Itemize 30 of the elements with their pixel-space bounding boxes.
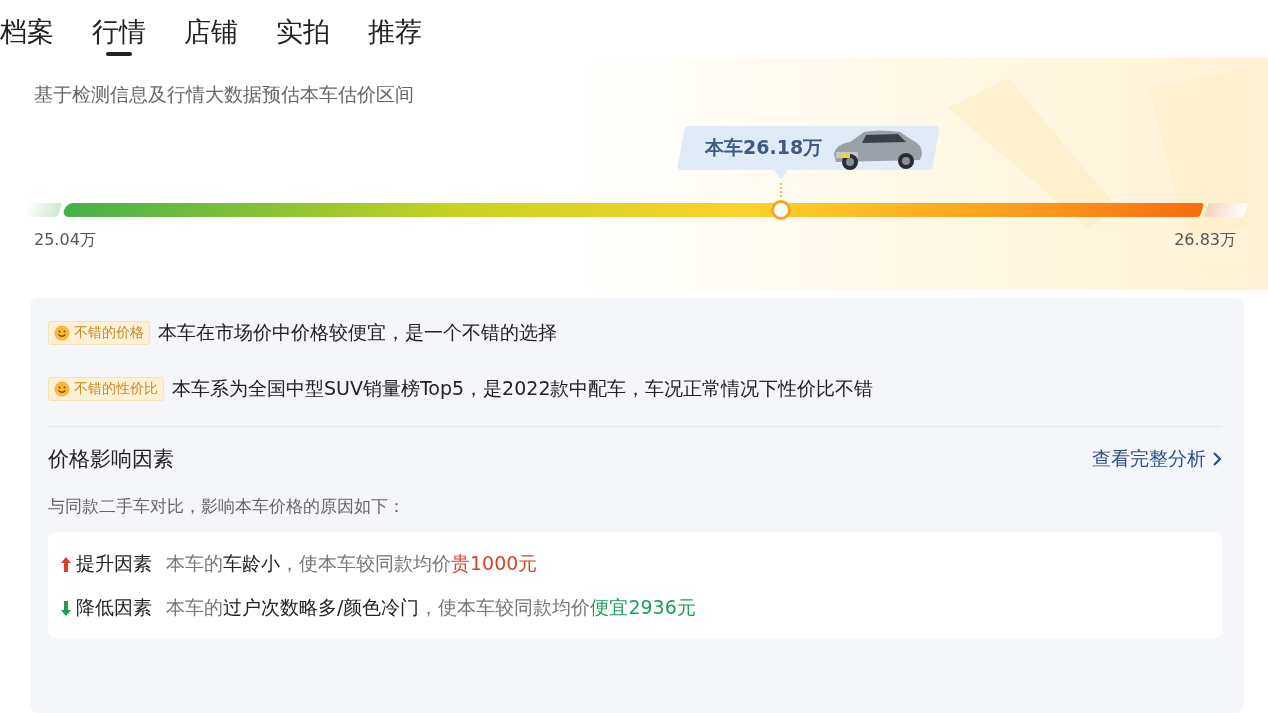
tab[interactable]: 档案 (0, 14, 54, 58)
factor-text: 本车的车龄小，使本车较同款均价贵1000元 (166, 551, 538, 576)
tab[interactable]: 实拍 (276, 14, 330, 58)
tab[interactable]: 推荐 (368, 14, 422, 58)
price-tooltip: 本车26.18万 (677, 126, 940, 170)
rating-text: 本车在市场价中价格较便宜，是一个不错的选择 (158, 320, 557, 345)
rating-text: 本车系为全国中型SUV销量榜Top5，是2022款中配车，车况正常情况下性价比不错 (172, 376, 874, 401)
tab[interactable]: 行情 (92, 14, 146, 58)
tooltip-pointer (773, 170, 788, 179)
estimate-note: 基于检测信息及行情大数据预估本车估价区间 (34, 82, 414, 107)
min-price: 25.04万 (34, 230, 96, 251)
section-subtitle: 与同款二手车对比，影响本车价格的原因如下： (48, 495, 406, 518)
rating-tag: 不错的性价比 (48, 377, 164, 401)
range-end (1203, 203, 1249, 217)
range-end (23, 203, 63, 217)
factor-label: 降低因素 (76, 595, 152, 620)
rating-tag: 不错的价格 (48, 321, 150, 345)
full-analysis-link[interactable]: 查看完整分析 (1092, 446, 1222, 472)
dotted-line (779, 183, 784, 197)
down-arrow-icon (60, 599, 72, 617)
up-arrow-icon (60, 555, 72, 573)
max-price: 26.83万 (1174, 230, 1236, 251)
active-tab-indicator (106, 52, 132, 56)
chevron-right-icon (1212, 451, 1222, 467)
smiley-icon (54, 381, 70, 397)
section-title: 价格影响因素 (48, 446, 174, 473)
factor-text: 本车的过户次数略多/颜色冷门，使本车较同款均价便宜2936元 (166, 595, 696, 620)
smiley-icon (54, 325, 70, 341)
tab[interactable]: 店铺 (184, 14, 238, 58)
factor-label: 提升因素 (76, 551, 152, 576)
